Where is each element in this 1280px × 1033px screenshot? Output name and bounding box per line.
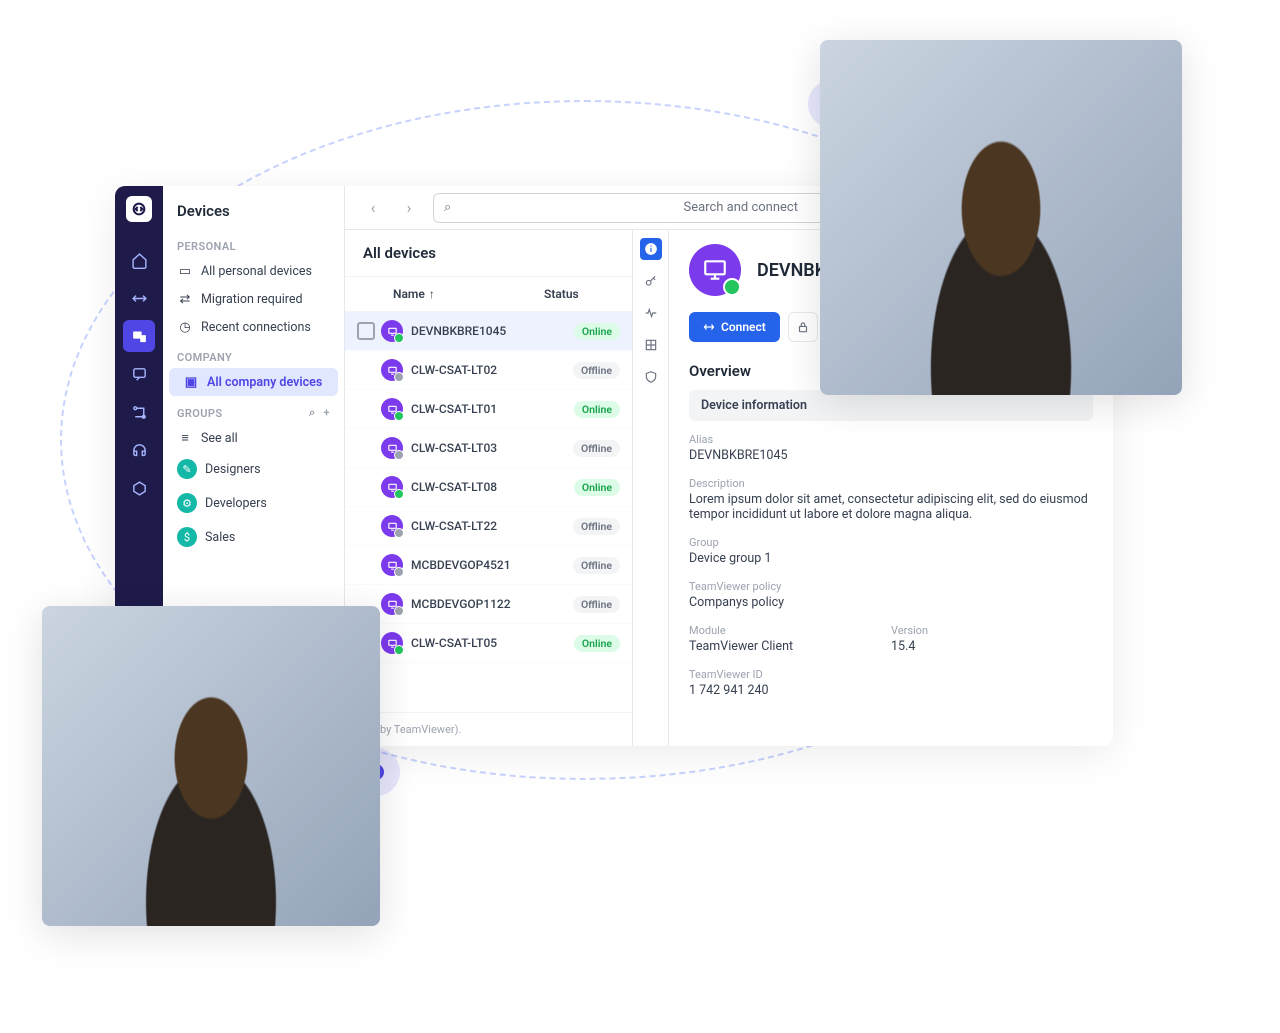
nav-chat-icon[interactable] [123, 358, 155, 390]
section-personal: PERSONAL [163, 230, 344, 257]
device-icon [381, 554, 403, 576]
group-value: Device group 1 [689, 551, 1093, 566]
status-badge: Online [574, 479, 620, 496]
device-row[interactable]: CLW-CSAT-LT03Offline [345, 429, 632, 468]
device-row[interactable]: MCBDEVGOP1122Offline [345, 585, 632, 624]
device-row[interactable]: CLW-CSAT-LT01Online [345, 390, 632, 429]
nav-devices-icon[interactable] [123, 320, 155, 352]
migration-icon: ⇄ [177, 291, 193, 307]
alias-value: DEVNBKBRE1045 [689, 448, 1093, 463]
version-value: 15.4 [891, 639, 1093, 654]
device-icon [381, 476, 403, 498]
device-name: CLW-CSAT-LT01 [411, 402, 574, 416]
device-icon [381, 593, 403, 615]
group-avatar-icon: $ [177, 527, 197, 547]
nav-home-icon[interactable] [123, 244, 155, 276]
device-row[interactable]: CLW-CSAT-LT05Online [345, 624, 632, 663]
device-icon [381, 437, 403, 459]
tab-health-icon[interactable] [640, 302, 662, 324]
tab-info-icon[interactable] [640, 238, 662, 260]
page-title: Devices [163, 192, 344, 230]
device-name: CLW-CSAT-LT03 [411, 441, 573, 455]
monitor-icon: ▭ [177, 263, 193, 279]
tab-grid-icon[interactable] [640, 334, 662, 356]
list-heading: All devices [345, 230, 632, 277]
search-icon: ⌕ [444, 200, 451, 215]
detail-tab-rail [633, 230, 669, 746]
status-badge: Offline [573, 362, 620, 379]
group-developers[interactable]: ⚙Developers [163, 486, 344, 520]
status-badge: Offline [573, 518, 620, 535]
device-row[interactable]: CLW-CSAT-LT02Offline [345, 351, 632, 390]
device-row[interactable]: CLW-CSAT-LT22Offline [345, 507, 632, 546]
forward-button[interactable]: › [397, 196, 421, 220]
sidebar-item-company-devices[interactable]: ▣All company devices [169, 368, 338, 396]
nav-workflow-icon[interactable] [123, 396, 155, 428]
back-button[interactable]: ‹ [361, 196, 385, 220]
nav-settings-icon[interactable] [123, 472, 155, 504]
device-row[interactable]: CLW-CSAT-LT08Online [345, 468, 632, 507]
device-icon [381, 632, 403, 654]
status-badge: Online [574, 323, 620, 340]
devices-icon: ▣ [183, 374, 199, 390]
status-badge: Offline [573, 596, 620, 613]
connect-button[interactable]: Connect [689, 312, 780, 342]
tab-shield-icon[interactable] [640, 366, 662, 388]
app-logo[interactable] [126, 196, 152, 222]
device-icon [381, 515, 403, 537]
device-name: DEVNBKBRE1045 [411, 324, 574, 338]
sidebar-item-recent[interactable]: ◷Recent connections [163, 313, 344, 341]
marketing-photo [42, 606, 380, 926]
search-icon[interactable]: ⌕ [309, 406, 316, 420]
device-row[interactable]: MCBDEVGOP4521Offline [345, 546, 632, 585]
sidebar-item-migration[interactable]: ⇄Migration required [163, 285, 344, 313]
device-name: CLW-CSAT-LT05 [411, 636, 574, 650]
group-sales[interactable]: $Sales [163, 520, 344, 554]
clock-icon: ◷ [177, 319, 193, 335]
status-badge: Online [574, 635, 620, 652]
device-icon [381, 398, 403, 420]
description-value: Lorem ipsum dolor sit amet, consectetur … [689, 492, 1093, 522]
group-designers[interactable]: ✎Designers [163, 452, 344, 486]
table-header: Name↑ Status [345, 277, 632, 312]
sidebar-item-see-all[interactable]: ≡See all [163, 424, 344, 452]
teamviewer-id-value: 1 742 941 240 [689, 683, 1093, 698]
section-groups: GROUPS ⌕ + [163, 396, 344, 424]
lock-button[interactable] [788, 312, 818, 342]
add-icon[interactable]: + [324, 406, 330, 420]
device-name: CLW-CSAT-LT08 [411, 480, 574, 494]
module-value: TeamViewer Client [689, 639, 891, 654]
device-list: All devices Name↑ Status DEVNBKBRE1045On… [345, 230, 633, 746]
device-name: CLW-CSAT-LT02 [411, 363, 573, 377]
group-avatar-icon: ⚙ [177, 493, 197, 513]
device-name: CLW-CSAT-LT22 [411, 519, 573, 533]
device-name: MCBDEVGOP1122 [411, 597, 573, 611]
marketing-photo [820, 40, 1182, 395]
row-checkbox[interactable] [357, 322, 375, 340]
sidebar-item-personal-devices[interactable]: ▭All personal devices [163, 257, 344, 285]
nav-transfer-icon[interactable] [123, 282, 155, 314]
tab-key-icon[interactable] [640, 270, 662, 292]
footer-attribution: ded by TeamViewer). [345, 712, 632, 746]
device-name: MCBDEVGOP4521 [411, 558, 573, 572]
section-company: COMPANY [163, 341, 344, 368]
device-avatar-icon [689, 244, 741, 296]
device-row[interactable]: DEVNBKBRE1045Online [345, 312, 632, 351]
group-avatar-icon: ✎ [177, 459, 197, 479]
status-badge: Offline [573, 557, 620, 574]
sort-asc-icon[interactable]: ↑ [429, 287, 435, 301]
status-badge: Online [574, 401, 620, 418]
device-icon [381, 320, 403, 342]
list-icon: ≡ [177, 430, 193, 446]
device-icon [381, 359, 403, 381]
nav-support-icon[interactable] [123, 434, 155, 466]
status-badge: Offline [573, 440, 620, 457]
policy-value: Companys policy [689, 595, 1093, 610]
